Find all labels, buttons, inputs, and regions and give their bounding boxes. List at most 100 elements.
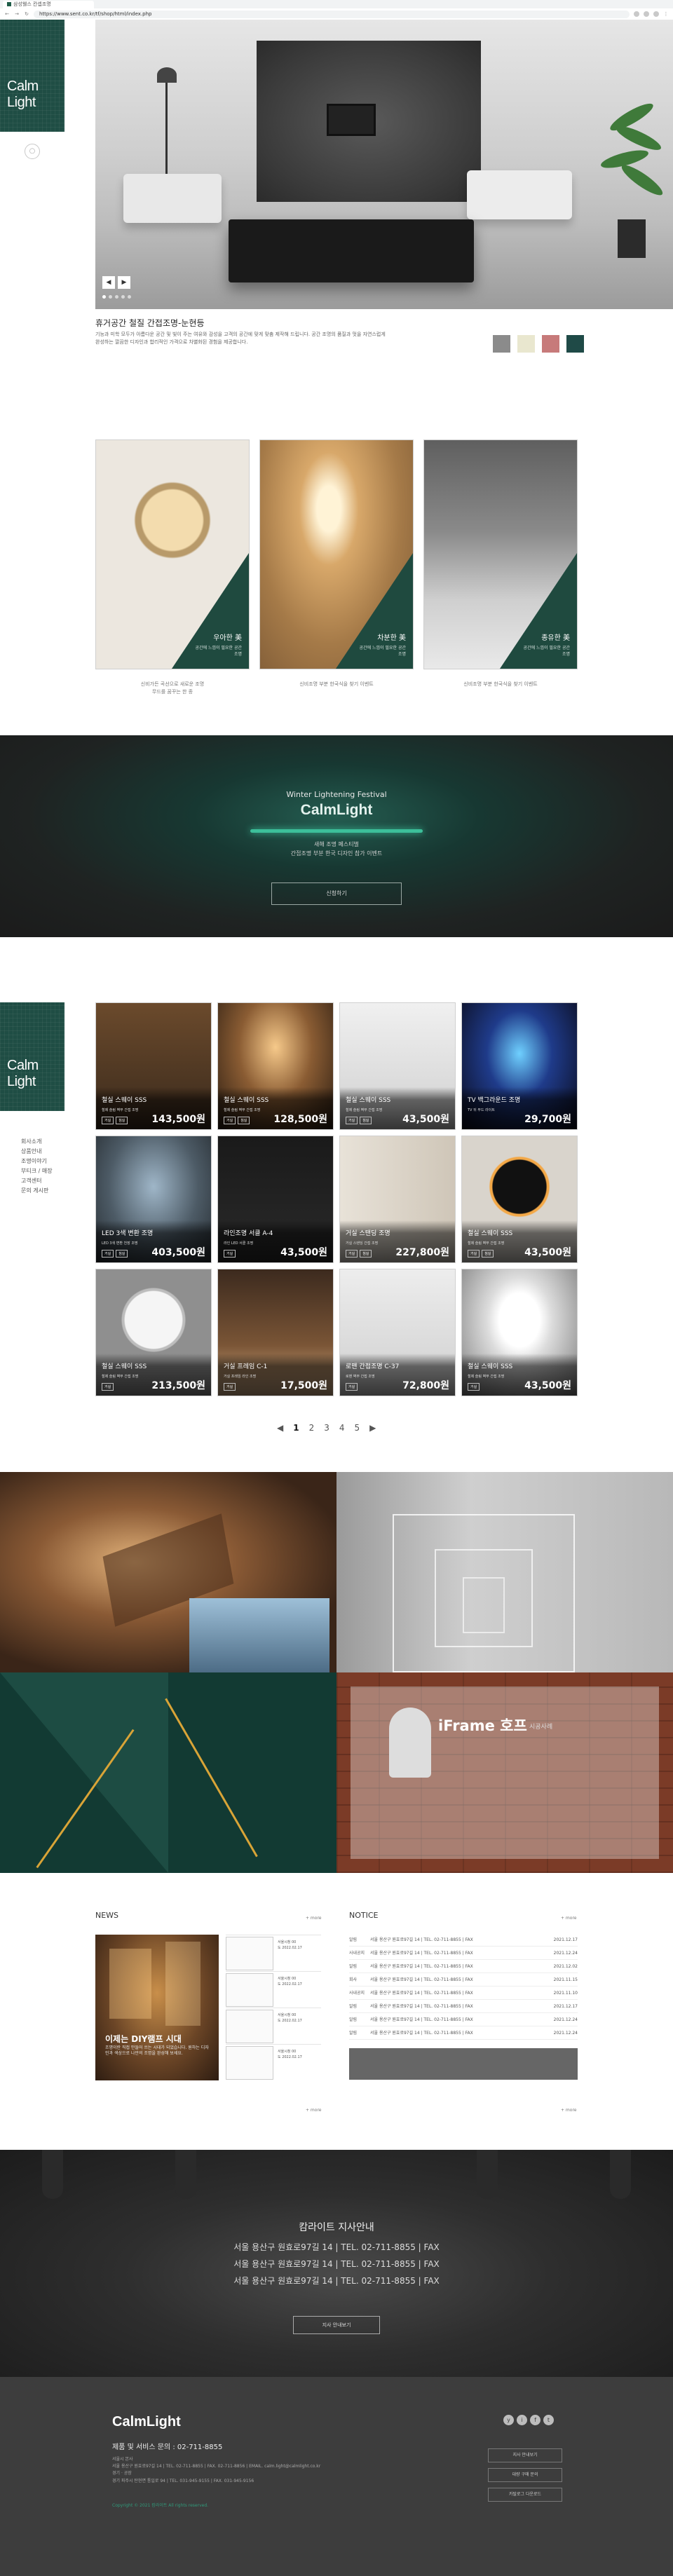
- gallery-tile[interactable]: [336, 1472, 673, 1672]
- color-swatch[interactable]: [566, 335, 584, 353]
- pager-page[interactable]: 5: [355, 1423, 360, 1433]
- hero-dot[interactable]: [115, 295, 118, 299]
- notice-row[interactable]: 알림 서울 용산구 원효로97길 14 | TEL. 02-711-8855 | …: [349, 2000, 578, 2013]
- pager-page[interactable]: 1: [293, 1423, 299, 1433]
- menu-icon[interactable]: ⋮: [663, 11, 669, 17]
- notice-date: 2021.12.24: [553, 2031, 578, 2036]
- notice-list: 알림 서울 용산구 원효로97길 14 | TEL. 02-711-8855 | …: [349, 1933, 578, 2040]
- notice-text: 서울 용산구 원효로97길 14 | TEL. 02-711-8855 | FA…: [370, 2017, 473, 2022]
- hero-prev-button[interactable]: ◀: [102, 276, 115, 289]
- side-menu-item[interactable]: 고객센터: [21, 1176, 53, 1186]
- product-price: 213,500원: [151, 1380, 205, 1391]
- gallery-tile[interactable]: [0, 1472, 336, 1672]
- pager-prev-icon[interactable]: ◀: [277, 1423, 283, 1433]
- side-menu-item[interactable]: 상품안내: [21, 1147, 53, 1157]
- instagram-icon[interactable]: i: [517, 2415, 527, 2425]
- hero-next-button[interactable]: ▶: [118, 276, 130, 289]
- notice-row[interactable]: 알림 서울 용산구 원효로97길 14 | TEL. 02-711-8855 | …: [349, 2026, 578, 2040]
- extension-icon[interactable]: [644, 11, 649, 17]
- color-swatch[interactable]: [493, 335, 510, 353]
- pager-next-icon[interactable]: ▶: [369, 1423, 376, 1433]
- color-swatch[interactable]: [542, 335, 559, 353]
- notice-more-link[interactable]: + more: [561, 1916, 576, 1921]
- feature-card-caption: 신비조명 부분 한국식을 찾기 이벤트: [423, 681, 578, 688]
- footer-button[interactable]: 지사 안내보기: [488, 2448, 562, 2462]
- hero-dot[interactable]: [109, 295, 112, 299]
- feature-card[interactable]: 우아한 美 공간에 느낌이 필요한 공간 조명 신비가든 곡선으로 새로운 조명 무드…: [95, 439, 250, 696]
- news-list-item[interactable]: 서울시청 00 도 2022.02.17: [226, 2008, 321, 2044]
- notice-row[interactable]: 알림 서울 용산구 원효로97길 14 | TEL. 02-711-8855 | …: [349, 2013, 578, 2026]
- notice-row[interactable]: 회사 서울 용산구 원효로97길 14 | TEL. 02-711-8855 | …: [349, 1973, 578, 1986]
- product-card[interactable]: 철실 스웨이 SSS 철제 슬림 벽부 간접 조명 거실 침실 43,500원: [339, 1002, 456, 1130]
- menu-toggle-button[interactable]: ○: [25, 144, 40, 159]
- logo-panel[interactable]: Calm Light: [0, 20, 64, 132]
- back-icon[interactable]: ←: [4, 11, 10, 17]
- product-card[interactable]: TV 백그라운드 조명 TV 뒤 무드 라이트 29,700원: [461, 1002, 578, 1130]
- notice-text: 서울 용산구 원효로97길 14 | TEL. 02-711-8855 | FA…: [370, 1977, 473, 1982]
- product-card[interactable]: 철실 스웨이 SSS 철제 슬림 벽부 간접 조명 거실 43,500원: [461, 1269, 578, 1396]
- page: 삼성웰스 칸셉조명 ← → ↻ https://www.sent.co.kr/t…: [0, 0, 673, 2576]
- product-card[interactable]: 거실 스탠딩 조명 거실 스탠딩 간접 조명 거실 침실 227,800원: [339, 1136, 456, 1263]
- product-card[interactable]: 로맨 간접조명 C-37 로맨 벽부 간접 조명 거실 72,800원: [339, 1269, 456, 1396]
- twitter-icon[interactable]: t: [543, 2415, 554, 2425]
- news-list-item[interactable]: 서울시청 00 도 2022.02.17: [226, 1971, 321, 2008]
- notice-row[interactable]: 사내공지 서울 용산구 원효로97길 14 | TEL. 02-711-8855 …: [349, 1986, 578, 2000]
- product-price: 403,500원: [151, 1247, 205, 1258]
- festival-banner: Winter Lightening Festival CalmLight 새해 …: [0, 735, 673, 937]
- product-card[interactable]: 거실 프레임 C-1 거실 프레임 라인 조명 거실 17,500원: [217, 1269, 334, 1396]
- color-swatch[interactable]: [517, 335, 535, 353]
- news-main-item[interactable]: 이제는 DIY램프 시대 조명이란 직접 만들어 쓰는 시대가 되었습니다. 원…: [95, 1935, 219, 2080]
- side-menu-item[interactable]: 회사소개: [21, 1137, 53, 1147]
- browser-tab[interactable]: 삼성웰스 칸셉조명: [3, 0, 94, 8]
- address-bar[interactable]: https://www.sent.co.kr/tf/shop/html/inde…: [34, 10, 630, 18]
- side-menu-item[interactable]: 조명이야기: [21, 1157, 53, 1166]
- product-card[interactable]: 철실 스웨이 SSS 철제 슬림 벽부 간접 조명 거실 침실 143,500원: [95, 1002, 212, 1130]
- product-card[interactable]: 철실 스웨이 SSS 철제 슬림 벽부 간접 조명 거실 침실 43,500원: [461, 1136, 578, 1263]
- product-tag: 거실: [102, 1117, 114, 1124]
- notice-text: 서울 용산구 원효로97길 14 | TEL. 02-711-8855 | FA…: [370, 2004, 473, 2009]
- product-card[interactable]: LED 3색 변환 조명 LED 3색 변환 천장 조명 거실 침실 403,500원: [95, 1136, 212, 1263]
- gallery-tile[interactable]: iFrame 호프 시공사례: [336, 1672, 673, 1873]
- footer-info: 서울시 본사 서울 용산구 원효로97길 14 | TEL. 02-711-88…: [112, 2456, 407, 2485]
- festival-apply-button[interactable]: 신청하기: [271, 882, 402, 905]
- pager-page[interactable]: 2: [309, 1423, 315, 1433]
- notice-row[interactable]: 알림 서울 용산구 원효로97길 14 | TEL. 02-711-8855 | …: [349, 1933, 578, 1947]
- extension-icon[interactable]: [653, 11, 659, 17]
- side-menu-item[interactable]: 부티크 / 매장: [21, 1166, 53, 1176]
- pager-page[interactable]: 3: [324, 1423, 329, 1433]
- more-link[interactable]: + more: [306, 2108, 321, 2113]
- browser-chrome: 삼성웰스 칸셉조명 ← → ↻ https://www.sent.co.kr/t…: [0, 0, 673, 20]
- news-list-item[interactable]: 서울시청 00 도 2022.02.17: [226, 1935, 321, 1971]
- pager-page[interactable]: 4: [339, 1423, 345, 1433]
- gallery-tile[interactable]: [0, 1672, 336, 1873]
- hero-dot[interactable]: [121, 295, 125, 299]
- extension-icon[interactable]: [634, 11, 639, 17]
- footer-logo[interactable]: CalmLight: [112, 2414, 181, 2430]
- product-card[interactable]: 철실 스웨이 SSS 철제 슬림 벽부 간접 조명 거실 213,500원: [95, 1269, 212, 1396]
- forward-icon[interactable]: →: [14, 11, 20, 17]
- news-list-item[interactable]: 서울시청 00 도 2022.02.17: [226, 2044, 321, 2080]
- notice-text: 서울 용산구 원효로97길 14 | TEL. 02-711-8855 | FA…: [370, 1964, 473, 1969]
- news-more-link[interactable]: + more: [306, 1916, 321, 1921]
- notice-date: 2021.12.24: [553, 2017, 578, 2022]
- news-item-line: 도 2022.02.17: [278, 1946, 302, 1950]
- footer-button[interactable]: 대량 구매 문의: [488, 2468, 562, 2482]
- branch-info-button[interactable]: 지사 안내보기: [293, 2316, 380, 2334]
- notice-row[interactable]: 사내공지 서울 용산구 원효로97길 14 | TEL. 02-711-8855 …: [349, 1947, 578, 1960]
- side-menu-item[interactable]: 문의 게시판: [21, 1186, 53, 1196]
- hero-dot[interactable]: [128, 295, 131, 299]
- product-card[interactable]: 라인조명 서클 A-4 라인 LED 서클 조명 거실 43,500원: [217, 1136, 334, 1263]
- footer-button[interactable]: 카탈로그 다운로드: [488, 2488, 562, 2502]
- youtube-icon[interactable]: y: [503, 2415, 514, 2425]
- hero-dot[interactable]: [102, 295, 106, 299]
- more-link[interactable]: + more: [561, 2108, 576, 2113]
- logo-panel[interactable]: Calm Light: [0, 1002, 64, 1111]
- product-card[interactable]: 철실 스웨이 SSS 철제 슬림 벽부 간접 조명 거실 침실 128,500원: [217, 1002, 334, 1130]
- feature-card[interactable]: 종유한 美 공간에 느낌이 필요한 공간 조명 신비조명 부분 한국식을 찾기 이벤…: [423, 439, 578, 696]
- notice-row[interactable]: 알림 서울 용산구 원효로97길 14 | TEL. 02-711-8855 | …: [349, 1960, 578, 1973]
- facebook-icon[interactable]: f: [530, 2415, 541, 2425]
- reload-icon[interactable]: ↻: [24, 11, 29, 17]
- feature-card[interactable]: 차분한 美 공간에 느낌이 필요한 공간 조명 신비조명 부분 한국식을 찾기 이벤…: [259, 439, 414, 696]
- notice-banner[interactable]: [349, 2048, 578, 2080]
- feature-card-title: 종유한 美: [541, 634, 570, 642]
